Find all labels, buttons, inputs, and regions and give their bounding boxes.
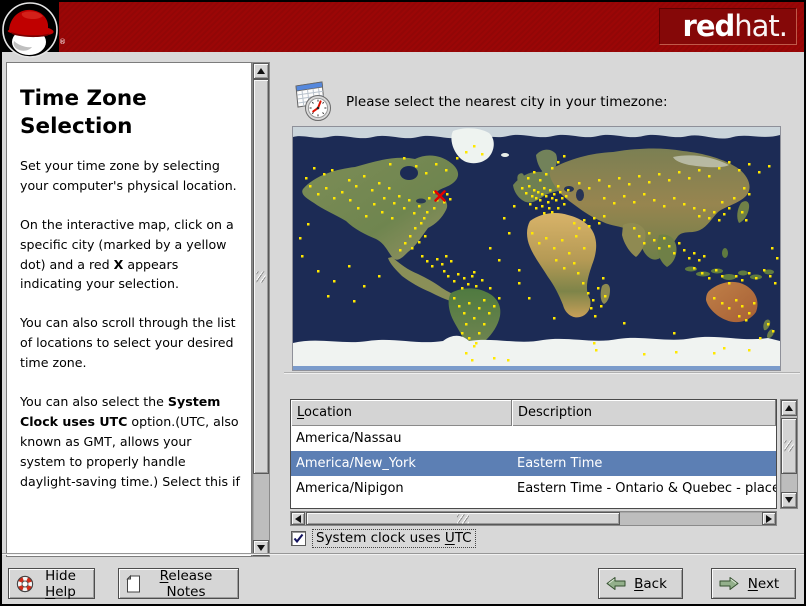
cell-description[interactable]: Eastern Time - Ontario & Quebec - places…: [512, 476, 776, 501]
registered-mark: ®: [59, 38, 66, 46]
column-header-description[interactable]: Description: [512, 400, 776, 426]
redhat-logo-text: redhat.: [682, 9, 788, 43]
redhat-wordmark: redhat.: [659, 8, 797, 45]
hide-help-button[interactable]: Hide Help: [8, 567, 95, 600]
column-header-location[interactable]: Location: [291, 400, 512, 426]
timezone-table: Location Description America/Nassau Ameri…: [290, 399, 777, 509]
next-button[interactable]: Next: [711, 568, 796, 599]
help-paragraph: Set your time zone by selecting your com…: [20, 158, 237, 193]
map-separator: [284, 372, 800, 374]
utc-checkbox-label[interactable]: System clock uses UTC: [312, 529, 476, 548]
cell-location[interactable]: America/Nassau: [291, 426, 512, 451]
help-panel: Time Zone Selection Set your time zone b…: [6, 62, 252, 557]
scroll-down-button[interactable]: [781, 492, 797, 508]
next-arrow-icon: [719, 577, 739, 590]
instruction-text: Please select the nearest city in your t…: [346, 94, 668, 110]
next-button-label: Next: [747, 575, 780, 592]
map-bottom-edge: [293, 366, 780, 370]
table-row[interactable]: America/New_York Eastern Time: [291, 451, 776, 476]
table-header: Location Description: [291, 400, 776, 426]
down-arrow-icon: [257, 545, 265, 551]
scroll-right-button[interactable]: [762, 512, 776, 525]
scrollbar-thumb[interactable]: [306, 512, 620, 525]
back-button[interactable]: Back: [598, 568, 683, 599]
table-vertical-scrollbar[interactable]: [780, 399, 798, 509]
footer-separator: [2, 553, 804, 555]
back-button-label: Back: [634, 575, 667, 592]
down-arrow-icon: [785, 497, 793, 503]
redhat-shadowman-icon: [2, 2, 59, 58]
help-scrollbar[interactable]: [252, 62, 270, 557]
timezone-calendar-clock-icon: [295, 81, 331, 121]
timezone-rows: America/Nassau America/New_York Eastern Ti…: [291, 426, 776, 501]
up-arrow-icon: [257, 68, 265, 74]
lifebuoy-icon: [16, 575, 34, 592]
scrollbar-thumb[interactable]: [781, 418, 797, 474]
world-map-svg: [293, 127, 780, 370]
installer-window: redhat. ® Time Zone Selection Set your t…: [0, 0, 806, 606]
world-map[interactable]: [292, 126, 781, 371]
utc-checkbox-row: System clock uses UTC: [291, 529, 476, 548]
table-row[interactable]: America/Nassau: [291, 426, 776, 451]
cell-location[interactable]: America/Nipigon: [291, 476, 512, 501]
help-title: Time Zone Selection: [20, 86, 147, 139]
table-row[interactable]: America/Nipigon Eastern Time - Ontario & …: [291, 476, 776, 501]
scroll-up-button[interactable]: [781, 400, 797, 416]
help-paragraph: On the interactive map, click on a speci…: [20, 216, 234, 292]
cell-location[interactable]: America/New_York: [291, 451, 512, 476]
help-text: Set your time zone by selecting your com…: [20, 156, 240, 491]
scroll-left-button[interactable]: [291, 512, 305, 525]
release-notes-button[interactable]: Release Notes: [118, 567, 239, 600]
up-arrow-icon: [785, 405, 793, 411]
release-notes-label: Release Notes: [159, 567, 213, 600]
cell-description[interactable]: Eastern Time: [512, 451, 776, 476]
back-arrow-icon: [606, 577, 626, 590]
check-icon: [293, 533, 304, 544]
help-paragraph: You can also scroll through the list of …: [20, 315, 236, 371]
right-arrow-icon: [766, 514, 772, 523]
table-horizontal-scrollbar[interactable]: [290, 511, 777, 526]
hide-help-label: Hide Help: [45, 567, 76, 600]
scroll-up-button[interactable]: [253, 63, 269, 79]
header-banner: redhat.: [2, 2, 804, 52]
utc-checkbox[interactable]: [291, 531, 306, 546]
document-icon: [126, 574, 140, 592]
scrollbar-thumb[interactable]: [253, 79, 269, 474]
help-paragraph: You can also select the System Clock use…: [20, 394, 240, 489]
cell-description[interactable]: [512, 426, 776, 451]
left-arrow-icon: [295, 514, 301, 523]
